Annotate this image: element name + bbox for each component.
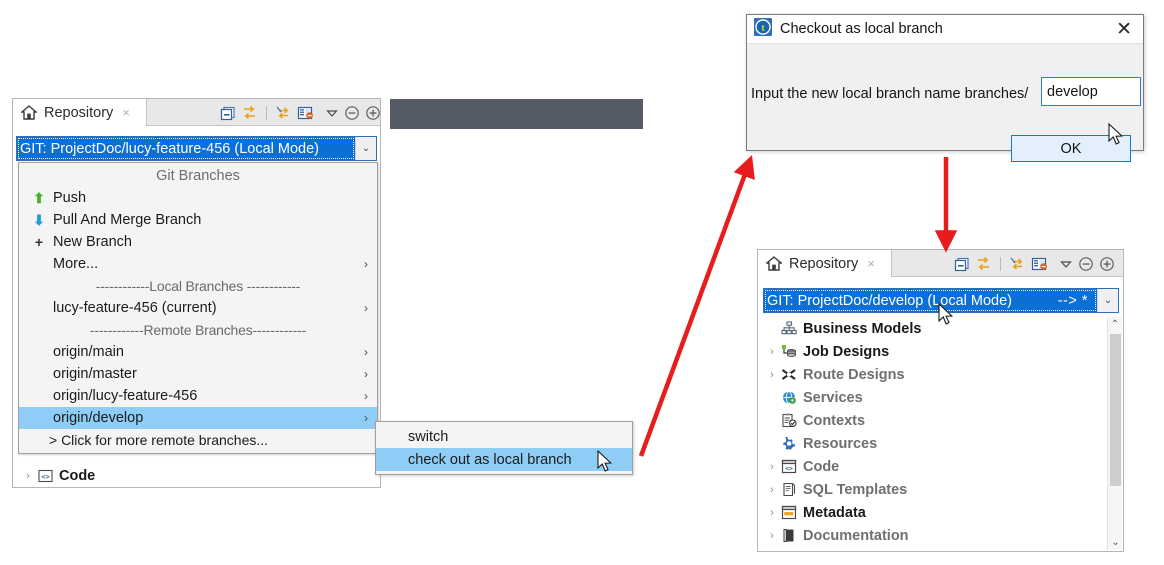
screenshot-root: Repository ×: [0, 0, 1164, 565]
red-arrow-dialog-to-repository: [0, 0, 1164, 565]
